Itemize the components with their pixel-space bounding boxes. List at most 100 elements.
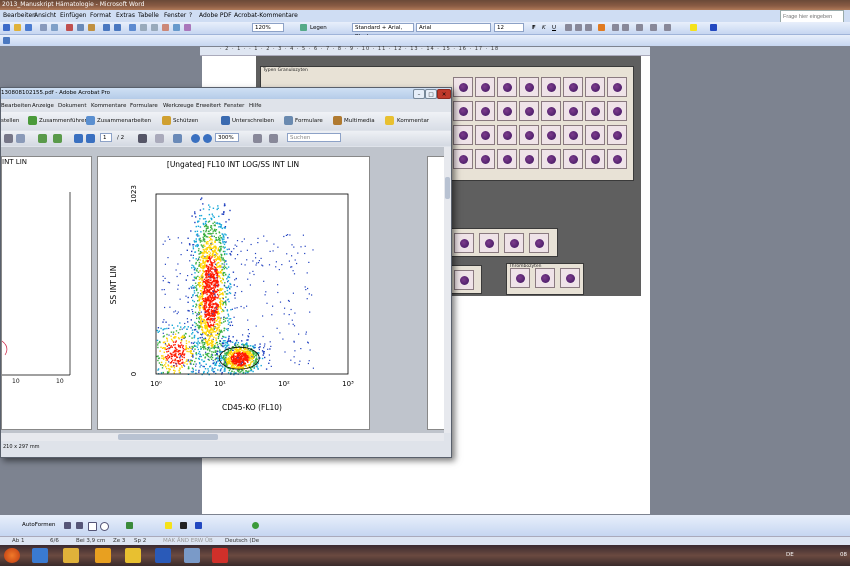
pdf-convert-icon[interactable] [3,37,10,44]
word-menu-tools[interactable]: Extras [116,11,135,21]
zoom-combo[interactable]: 300% [215,133,239,142]
oval-tool-icon[interactable] [100,522,109,531]
undo-icon[interactable] [103,24,110,31]
font-color-icon[interactable] [710,24,717,31]
media-icon[interactable] [95,548,111,563]
acro-menu-document[interactable]: Dokument [58,101,87,111]
autoshapes-menu[interactable]: AutoFormen [22,520,56,530]
horizontal-scroll-thumb[interactable] [118,434,218,440]
acrobat-icon[interactable] [212,548,228,563]
indent-icon[interactable] [636,24,643,31]
close-button[interactable]: ✕ [437,89,451,99]
bold-button[interactable]: F [532,23,536,33]
print-icon[interactable] [4,134,13,143]
hand-tool-icon[interactable] [155,134,164,143]
word-menu-help[interactable]: ? [189,11,192,21]
line-color-icon[interactable] [180,522,187,529]
fit-page-icon[interactable] [253,134,262,143]
drawing-icon[interactable] [162,24,169,31]
paint-icon[interactable] [125,548,141,563]
page-number-input[interactable]: 1 [100,133,112,142]
bullets-icon[interactable] [622,24,629,31]
outdent-icon[interactable] [650,24,657,31]
zoom-out-icon[interactable] [191,134,200,143]
email-icon[interactable] [16,134,25,143]
back-icon[interactable] [38,134,47,143]
style-combo[interactable]: Standard + Arial, Block [352,23,414,40]
acro-menu-comments[interactable]: Kommentare [91,101,126,111]
arrow-tool-icon[interactable] [76,522,83,529]
zoom-in-icon[interactable] [203,134,212,143]
forms-button[interactable]: Formulare [295,116,323,126]
next-page-icon[interactable] [86,134,95,143]
acro-menu-forms[interactable]: Formulare [130,101,158,111]
maximize-button[interactable]: □ [425,89,437,99]
word-menu-window[interactable]: Fenster [164,11,186,21]
explorer-icon[interactable] [32,548,48,563]
secure-button[interactable]: Schützen [173,116,198,126]
prev-page-icon[interactable] [74,134,83,143]
paste-icon[interactable] [88,24,95,31]
acro-menu-edit[interactable]: Bearbeiten [1,101,31,111]
word-menu-format[interactable]: Format [90,11,111,21]
highlight-icon[interactable] [690,24,697,31]
numbering-icon[interactable] [612,24,619,31]
align-center-icon[interactable] [575,24,582,31]
preview-icon[interactable] [51,24,58,31]
print-icon[interactable] [40,24,47,31]
collaborate-button[interactable]: Zusammenarbeiten [97,116,151,126]
fit-width-icon[interactable] [269,134,278,143]
acro-menu-help[interactable]: Hilfe [249,101,262,111]
italic-button[interactable]: K [542,23,546,33]
clock[interactable]: 08 [840,552,847,558]
comment-button[interactable]: Kommentar [397,116,429,126]
zoom-tool-icon[interactable] [173,134,182,143]
combine-button[interactable]: Zusammenführen [39,116,88,126]
docmap-icon[interactable] [173,24,180,31]
columns-icon[interactable] [151,24,158,31]
vertical-scrollbar[interactable] [444,147,451,433]
justify-icon[interactable] [598,24,605,31]
hyperlink-icon[interactable] [129,24,136,31]
acro-menu-tools[interactable]: Werkzeuge [163,101,194,111]
horizontal-scrollbar[interactable] [1,433,444,441]
clipart-icon[interactable] [126,522,133,529]
network-icon[interactable] [184,548,200,563]
word-menu-insert[interactable]: Einfügen [60,11,86,21]
copy-icon[interactable] [77,24,84,31]
table-icon[interactable] [140,24,147,31]
align-right-icon[interactable] [585,24,592,31]
align-left-icon[interactable] [565,24,572,31]
search-input[interactable]: Suchen [287,133,341,142]
multimedia-button[interactable]: Multimedia [344,116,375,126]
word-menu-table[interactable]: Tabelle [138,11,159,21]
language-indicator[interactable]: DE [786,552,794,558]
shadow-icon[interactable] [252,522,259,529]
word-icon[interactable] [155,548,171,563]
font-size-combo[interactable]: 12 [494,23,524,32]
word-menu-acrobat-comments[interactable]: Acrobat-Kommentare [234,11,298,21]
acro-menu-view[interactable]: Anzeige [32,101,54,111]
fill-color-icon[interactable] [165,522,172,529]
acro-menu-advanced[interactable]: Erweitert [196,101,221,111]
create-button[interactable]: stellen [1,116,19,126]
save-icon[interactable] [25,24,32,31]
word-menu-adobe-pdf[interactable]: Adobe PDF [199,11,232,21]
read-icon[interactable] [300,24,307,31]
line-tool-icon[interactable] [64,522,71,529]
font-combo[interactable]: Arial [416,23,491,32]
acro-menu-window[interactable]: Fenster [224,101,244,111]
redo-icon[interactable] [114,24,121,31]
underline-button[interactable]: U [552,23,556,33]
border-icon[interactable] [664,24,671,31]
word-menu-edit[interactable]: Bearbeiten [3,11,36,21]
zoom-combo[interactable]: 120% [252,23,284,32]
read-button[interactable]: Legen [310,23,327,33]
cut-icon[interactable] [66,24,73,31]
new-icon[interactable] [3,24,10,31]
show-hide-icon[interactable] [184,24,191,31]
word-menu-view[interactable]: Ansicht [34,11,56,21]
firefox-icon[interactable] [4,548,20,563]
rect-tool-icon[interactable] [88,522,97,531]
sign-button[interactable]: Unterschreiben [232,116,274,126]
